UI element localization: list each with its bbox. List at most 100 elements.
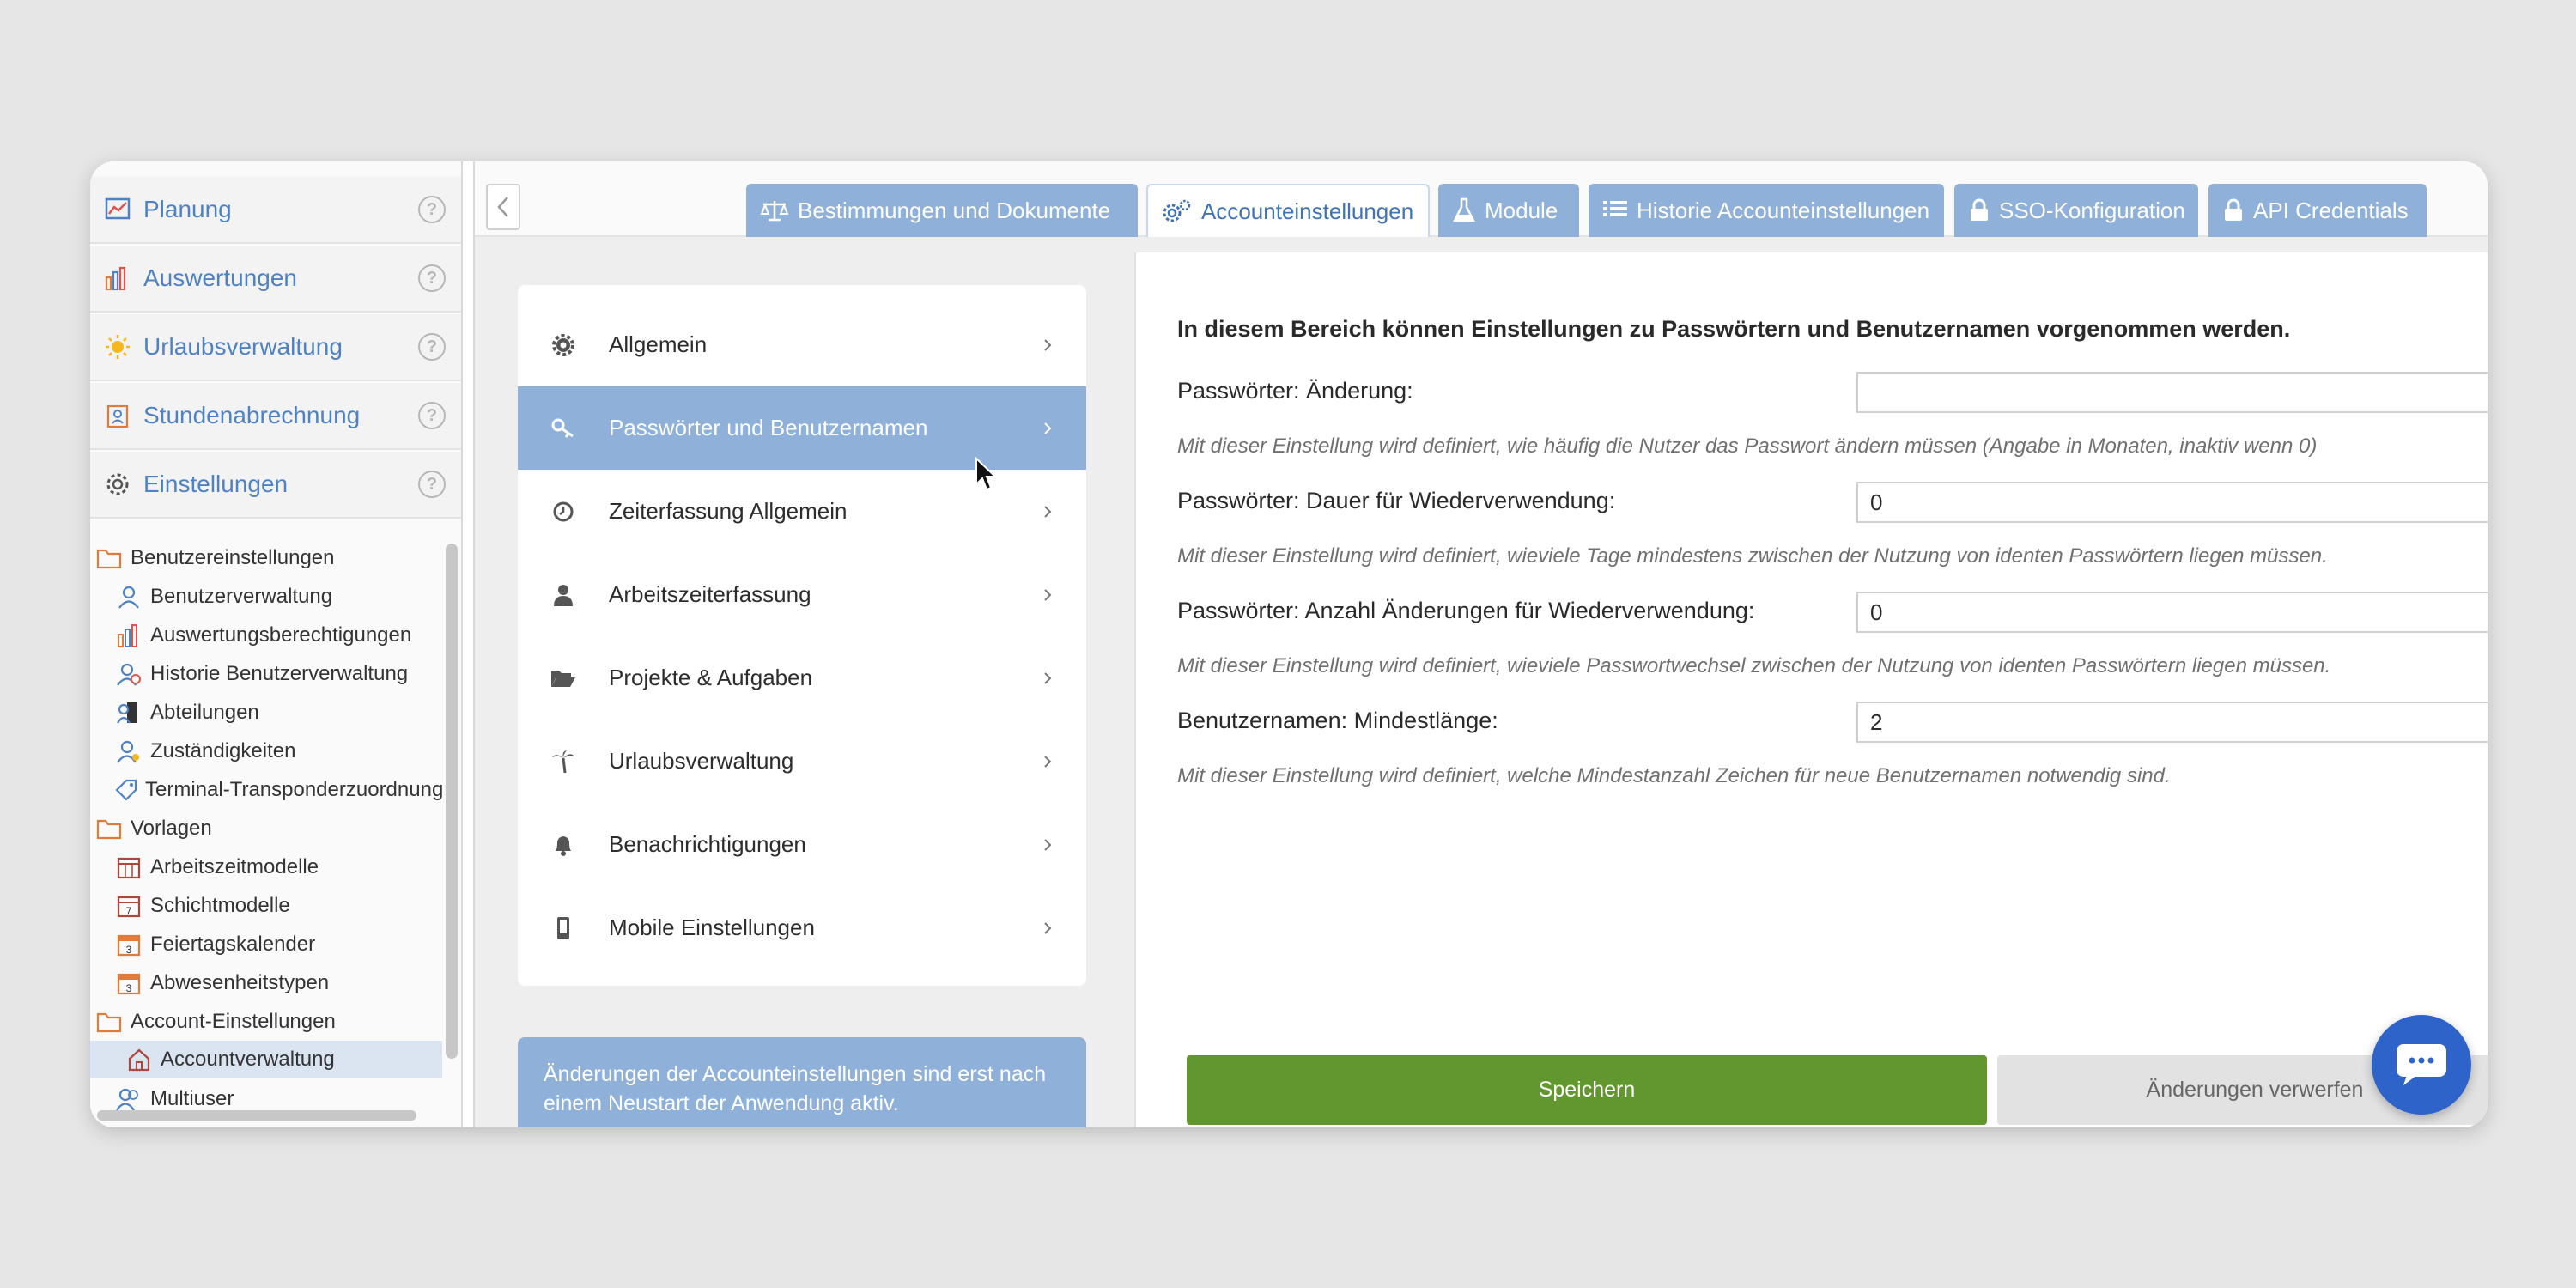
nav-item-urlaubsverwaltung[interactable]: Urlaubsverwaltung ? — [90, 314, 461, 381]
tree-label: Feiertagskalender — [150, 933, 316, 956]
tree-item[interactable]: 3 Feiertagskalender — [90, 926, 442, 963]
flask-icon — [1452, 197, 1476, 223]
tree-item[interactable]: Benutzerverwaltung — [90, 578, 442, 616]
lock-icon — [2222, 197, 2245, 223]
tab-bestimmungen-und-dokumente[interactable]: Bestimmungen und Dokumente — [746, 184, 1138, 237]
tree-item[interactable]: Zuständigkeiten — [90, 732, 442, 770]
nav-label: Urlaubsverwaltung — [143, 333, 343, 360]
username-min-length-input[interactable] — [1856, 702, 2488, 743]
menu-label: Passwörter und Benutzernamen — [609, 415, 928, 440]
chat-button[interactable] — [2372, 1015, 2471, 1115]
calendar-7-icon: 7 — [114, 891, 143, 920]
nav-label: Planung — [143, 196, 232, 222]
help-icon[interactable]: ? — [418, 471, 446, 498]
menu-item-arbeitszeiterfassung[interactable]: Arbeitszeiterfassung — [518, 553, 1086, 636]
field-label-reuse-duration: Passwörter: Dauer für Wiederverwendung: — [1177, 488, 1616, 513]
menu-label: Projekte & Aufgaben — [609, 665, 813, 690]
nav-item-stundenabrechnung[interactable]: Stundenabrechnung ? — [90, 383, 461, 450]
nav-item-planung[interactable]: Planung ? — [90, 177, 461, 244]
key-icon — [550, 416, 576, 441]
gear-icon — [550, 332, 576, 358]
folder-open-icon — [550, 665, 576, 691]
nav-label: Auswertungen — [143, 264, 298, 291]
tab-accounteinstellungen[interactable]: Accounteinstellungen — [1146, 184, 1430, 237]
menu-item-zeiterfassung-allgemein[interactable]: Zeiterfassung Allgemein — [518, 470, 1086, 553]
help-icon[interactable]: ? — [418, 196, 446, 223]
tree-label: Auswertungsberechtigungen — [150, 623, 412, 647]
mouse-cursor-icon — [975, 457, 997, 491]
tab-sso-konfiguration[interactable]: SSO-Konfiguration — [1954, 184, 2198, 237]
tree-item[interactable]: Auswertungsberechtigungen — [90, 617, 442, 654]
save-button[interactable]: Speichern — [1187, 1055, 1987, 1125]
menu-item-projekte-und-aufgaben[interactable]: Projekte & Aufgaben — [518, 636, 1086, 720]
sidebar-splitter[interactable] — [461, 161, 475, 1127]
svg-text:7: 7 — [126, 905, 132, 917]
sidebar: Planung ? Auswertungen ? Urlaubsverwaltu… — [90, 161, 461, 1127]
tab-label: Module — [1485, 197, 1558, 223]
field-hint: Mit dieser Einstellung wird definiert, w… — [1177, 434, 2318, 458]
reuse-duration-input[interactable] — [1856, 482, 2488, 523]
bell-icon — [550, 832, 576, 858]
tree-folder[interactable]: Benutzereinstellungen — [90, 539, 442, 577]
mobile-icon — [550, 915, 576, 941]
tab-api-credentials[interactable]: API Credentials — [2208, 184, 2427, 237]
menu-item-benachrichtigungen[interactable]: Benachrichtigungen — [518, 803, 1086, 886]
nav-item-auswertungen[interactable]: Auswertungen ? — [90, 246, 461, 313]
multiuser-icon — [114, 1084, 143, 1114]
tree-item[interactable]: Historie Benutzerverwaltung — [90, 655, 442, 693]
help-icon[interactable]: ? — [418, 264, 446, 292]
list-icon — [1602, 199, 1628, 222]
folder-icon — [94, 544, 124, 573]
tree-item[interactable]: Abteilungen — [90, 694, 442, 732]
absence-calendar-icon: 3 — [114, 969, 143, 998]
tree-item-selected[interactable]: Accountverwaltung — [90, 1041, 442, 1078]
tab-label: SSO-Konfiguration — [1999, 197, 2185, 223]
collapse-sidebar-button[interactable] — [486, 184, 520, 230]
tree-label: Benutzerverwaltung — [150, 585, 333, 608]
tree-item[interactable]: Arbeitszeitmodelle — [90, 848, 442, 886]
bar-chart-icon — [114, 621, 143, 650]
password-change-input[interactable] — [1856, 372, 2488, 413]
gear-icon — [102, 469, 133, 500]
menu-label: Mobile Einstellungen — [609, 914, 815, 940]
sidebar-scrollbar-vertical[interactable] — [446, 544, 458, 1059]
nav-item-einstellungen[interactable]: Einstellungen ? — [90, 452, 461, 519]
chevron-left-icon — [497, 197, 508, 217]
tab-module[interactable]: Module — [1438, 184, 1579, 237]
menu-item-mobile-einstellungen[interactable]: Mobile Einstellungen — [518, 886, 1086, 969]
folder-icon — [94, 1007, 124, 1036]
chevron-right-icon — [1040, 587, 1055, 603]
holiday-calendar-icon: 3 — [114, 930, 143, 959]
menu-item-passwoerter-und-benutzernamen[interactable]: Passwörter und Benutzernamen — [518, 386, 1086, 470]
help-icon[interactable]: ? — [418, 333, 446, 361]
help-icon[interactable]: ? — [418, 402, 446, 429]
svg-text:3: 3 — [126, 944, 132, 956]
reuse-count-input[interactable] — [1856, 592, 2488, 633]
menu-label: Urlaubsverwaltung — [609, 748, 794, 774]
tree-item[interactable]: Terminal-Transponderzuordnung — [90, 771, 442, 809]
tree-label: Vorlagen — [131, 817, 212, 840]
menu-item-urlaubsverwaltung[interactable]: Urlaubsverwaltung — [518, 720, 1086, 803]
field-label-reuse-count: Passwörter: Anzahl Änderungen für Wieder… — [1177, 598, 1755, 623]
chart-line-icon — [102, 194, 133, 225]
menu-label: Arbeitszeiterfassung — [609, 581, 811, 607]
chevron-right-icon — [1040, 337, 1055, 353]
tag-icon — [114, 775, 138, 805]
section-heading: In diesem Bereich können Einstellungen z… — [1177, 316, 2291, 342]
tab-historie-accounteinstellungen[interactable]: Historie Accounteinstellungen — [1589, 184, 1944, 237]
tree-label: Abteilungen — [150, 701, 259, 724]
tree-item[interactable]: 7 Schichtmodelle — [90, 887, 442, 925]
sidebar-scrollbar-horizontal[interactable] — [97, 1110, 416, 1121]
tree-folder[interactable]: Vorlagen — [90, 810, 442, 848]
tab-label: Accounteinstellungen — [1201, 197, 1414, 224]
chat-icon — [2397, 1044, 2446, 1085]
folder-icon — [94, 814, 124, 843]
home-icon — [125, 1045, 154, 1074]
tree-label: Abwesenheitstypen — [150, 971, 330, 994]
menu-item-allgemein[interactable]: Allgemein — [518, 303, 1086, 386]
tree-label: Multiuser — [150, 1087, 234, 1110]
tree-label: Schichtmodelle — [150, 894, 290, 917]
palm-tree-icon — [550, 749, 576, 775]
tree-folder[interactable]: Account-Einstellungen — [90, 1003, 442, 1041]
tree-item[interactable]: 3 Abwesenheitstypen — [90, 964, 442, 1002]
